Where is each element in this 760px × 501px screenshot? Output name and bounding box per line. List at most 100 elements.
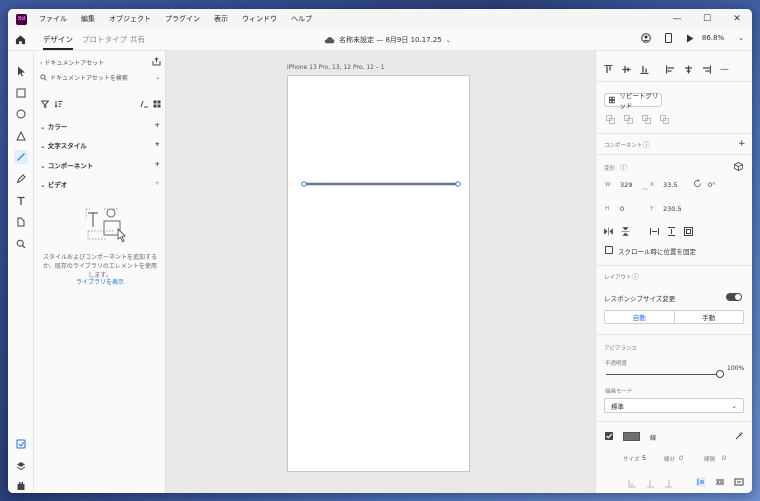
opacity-slider-track[interactable]	[606, 374, 718, 375]
ellipse-tool-icon[interactable]	[14, 107, 28, 121]
section-character-styles[interactable]: ⌄ 文字スタイル +	[40, 140, 160, 150]
stroke-outside-icon[interactable]	[734, 477, 744, 487]
zoom-tool-icon[interactable]	[14, 237, 28, 251]
device-preview-icon[interactable]	[664, 33, 672, 43]
dash-input[interactable]: 0	[679, 454, 683, 462]
width-input[interactable]: 329	[620, 181, 632, 189]
assets-header[interactable]: ‹ ドキュメントアセット	[40, 58, 104, 67]
align-middle-icon[interactable]	[622, 65, 631, 74]
lock-ratio-icon[interactable]: ⌒	[642, 187, 648, 196]
pen-tool-icon[interactable]	[14, 172, 28, 186]
align-center-icon[interactable]	[684, 65, 693, 74]
info-icon[interactable]: ⓘ	[643, 140, 650, 150]
menu-edit[interactable]: 編集	[81, 14, 95, 24]
menu-help[interactable]: ヘルプ	[291, 14, 312, 24]
stroke-inside-icon[interactable]	[696, 477, 706, 487]
plugins-icon[interactable]	[14, 479, 28, 493]
border-checkbox[interactable]	[605, 432, 613, 440]
space-vertical-icon[interactable]	[667, 227, 676, 236]
section-components[interactable]: ⌄ コンポーネント +	[40, 160, 160, 170]
user-icon[interactable]	[641, 33, 651, 43]
add-component-button[interactable]: +	[738, 139, 746, 149]
boolean-subtract-icon[interactable]	[624, 115, 633, 124]
document-title[interactable]: 名称未設定 — 8月9日 10.17.25 ⌄	[324, 35, 451, 45]
menu-plugins[interactable]: プラグイン	[165, 14, 200, 24]
artboard[interactable]	[287, 75, 470, 472]
home-icon[interactable]	[15, 34, 26, 45]
padding-icon[interactable]	[684, 227, 693, 236]
sort-icon[interactable]	[55, 100, 63, 108]
list-view-icon[interactable]	[140, 100, 148, 108]
zoom-chevron-icon[interactable]: ⌄	[738, 34, 744, 42]
resize-auto-option[interactable]: 自動	[605, 311, 675, 323]
boolean-exclude-icon[interactable]	[660, 115, 669, 124]
menu-view[interactable]: 表示	[214, 14, 228, 24]
grid-view-icon[interactable]	[153, 100, 161, 108]
add-color-icon[interactable]: +	[155, 121, 160, 131]
rectangle-tool-icon[interactable]	[14, 86, 28, 100]
text-tool-icon[interactable]	[14, 194, 28, 208]
stroke-center-icon[interactable]	[715, 477, 725, 487]
align-bottom-icon[interactable]	[640, 65, 649, 74]
canvas[interactable]: iPhone 13 Pro, 13, 12 Pro, 12 – 1	[166, 51, 595, 493]
tab-design[interactable]: デザイン	[43, 34, 73, 50]
asset-search-field[interactable]: ドキュメントアセットを検索 ⌄	[40, 71, 160, 83]
resize-manual-option[interactable]: 手動	[675, 311, 744, 323]
selected-line[interactable]	[300, 180, 462, 188]
line-tool-icon[interactable]	[14, 150, 28, 164]
align-top-icon[interactable]	[604, 65, 613, 74]
maximize-button[interactable]: ☐	[692, 9, 722, 29]
play-icon[interactable]	[686, 34, 694, 43]
select-tool-icon[interactable]	[14, 64, 28, 78]
close-button[interactable]: ✕	[722, 9, 752, 29]
responsive-cube-icon[interactable]	[734, 162, 743, 171]
boolean-add-icon[interactable]	[606, 115, 615, 124]
info-icon[interactable]: ⓘ	[620, 163, 627, 173]
flip-vertical-icon[interactable]	[621, 227, 630, 236]
rotation-input[interactable]: 0°	[708, 181, 715, 189]
opacity-slider-knob[interactable]	[716, 370, 724, 378]
align-left-icon[interactable]	[666, 65, 675, 74]
zoom-level[interactable]: 86.8%	[702, 34, 724, 42]
align-right-icon[interactable]	[702, 65, 711, 74]
flip-horizontal-icon[interactable]	[604, 227, 613, 236]
polygon-tool-icon[interactable]	[14, 129, 28, 143]
view-library-link[interactable]: ライブラリを表示	[42, 277, 158, 286]
menu-object[interactable]: オブジェクト	[109, 14, 151, 24]
section-colors[interactable]: ⌄ カラー +	[40, 121, 160, 131]
menu-window[interactable]: ウィンドウ	[242, 14, 277, 24]
minimize-button[interactable]: —	[662, 9, 692, 29]
add-character-style-icon[interactable]: +	[155, 140, 160, 150]
filter-icon[interactable]	[41, 100, 49, 108]
blend-mode-select[interactable]: 標準 ⌄	[604, 398, 744, 413]
cap-round-icon[interactable]	[646, 479, 655, 488]
menu-file[interactable]: ファイル	[39, 14, 67, 24]
cap-square-icon[interactable]	[664, 479, 673, 488]
eyedropper-icon[interactable]	[735, 431, 744, 440]
info-icon[interactable]: ⓘ	[632, 272, 639, 282]
gap-input[interactable]: 0	[722, 454, 726, 462]
responsive-resize-toggle[interactable]	[726, 293, 742, 301]
artboard-label[interactable]: iPhone 13 Pro, 13, 12 Pro, 12 – 1	[287, 64, 385, 71]
add-video-icon[interactable]: +	[155, 179, 160, 189]
tab-prototype[interactable]: プロトタイプ	[82, 34, 127, 45]
distribute-icon[interactable]	[720, 65, 729, 74]
space-horizontal-icon[interactable]	[650, 227, 659, 236]
search-dropdown-icon[interactable]: ⌄	[155, 74, 160, 81]
add-component-icon[interactable]: +	[155, 160, 160, 170]
height-input[interactable]: 0	[620, 205, 624, 213]
boolean-intersect-icon[interactable]	[642, 115, 651, 124]
artboard-tool-icon[interactable]	[14, 215, 28, 229]
layers-icon[interactable]	[14, 459, 28, 473]
y-input[interactable]: 230.5	[663, 205, 682, 213]
border-color-swatch[interactable]	[623, 432, 640, 441]
cap-butt-icon[interactable]	[628, 479, 637, 488]
assets-panel-icon[interactable]	[14, 437, 28, 451]
opacity-value[interactable]: 100%	[727, 365, 744, 372]
repeat-grid-button[interactable]: リピートグリッド	[604, 92, 662, 110]
fix-scroll-checkbox[interactable]	[605, 246, 613, 254]
export-icon[interactable]	[152, 57, 161, 66]
section-video[interactable]: ⌄ ビデオ +	[40, 179, 160, 189]
tab-share[interactable]: 共有	[130, 34, 145, 45]
x-input[interactable]: 33.5	[663, 181, 677, 189]
